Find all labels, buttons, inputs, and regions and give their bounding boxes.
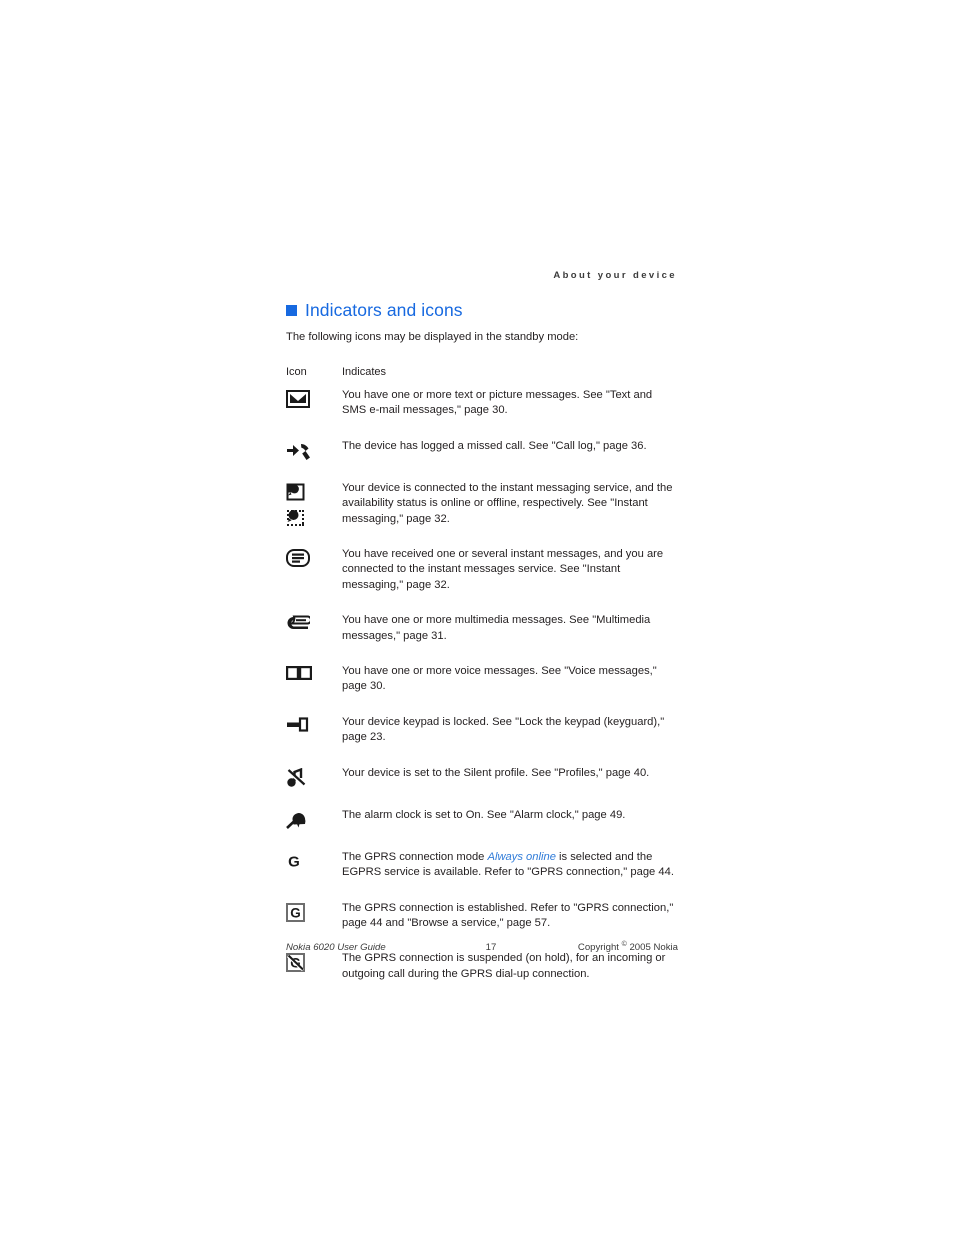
description-text: You have one or more multimedia messages…: [342, 614, 651, 642]
column-header-icon: Icon: [286, 366, 307, 378]
table-row: You have one or more multimedia messages…: [286, 613, 678, 664]
description-cell: Your device is connected to the instant …: [342, 481, 678, 547]
description-text: The alarm clock is set to On. See "Alarm…: [342, 808, 626, 821]
footer-copyright: Copyright © 2005 Nokia: [521, 941, 678, 953]
icon-cell: [286, 439, 342, 481]
table-row: Your device keypad is locked. See "Lock …: [286, 715, 678, 766]
silent-profile-icon: [286, 767, 306, 787]
icon-cell: [286, 715, 342, 766]
alarm-clock-bell-icon: [286, 812, 306, 829]
icon-cell: [286, 547, 342, 613]
footer-page-number: 17: [485, 942, 497, 954]
description-text: The GPRS connection is established. Refe…: [342, 901, 674, 929]
description-text: Your device is connected to the instant …: [342, 481, 673, 525]
icon-cell: G: [286, 951, 342, 982]
description-cell: The GPRS connection is suspended (on hol…: [342, 951, 678, 982]
im-presence-online-offline-icon: [286, 483, 342, 527]
description-cell: Your device keypad is locked. See "Lock …: [342, 715, 678, 766]
missed-call-icon: [287, 443, 310, 460]
indicators-table-body: You have one or more text or picture mes…: [286, 388, 678, 982]
svg-text:G: G: [288, 853, 300, 870]
document-page: About your device Indicators and icons T…: [0, 0, 954, 1235]
gprs-egprs-available-icon: G: [288, 853, 300, 870]
table-row: You have one or more voice messages. See…: [286, 664, 678, 715]
description-text: You have one or more text or picture mes…: [342, 389, 653, 417]
gprs-connection-suspended-icon: G: [286, 953, 305, 973]
page-title: Indicators and icons: [305, 300, 463, 320]
section-intro: The following icons may be displayed in …: [286, 331, 579, 343]
svg-text:G: G: [290, 905, 301, 920]
icon-cell: [286, 808, 342, 850]
page-content: About your device Indicators and icons T…: [286, 270, 678, 982]
section-heading: Indicators and icons: [286, 299, 678, 321]
icon-cell: [286, 481, 342, 547]
table-row: The alarm clock is set to On. See "Alarm…: [286, 808, 678, 850]
description-text: Your device keypad is locked. See "Lock …: [342, 715, 665, 744]
icon-cell: [286, 766, 342, 808]
indicators-table: Icon Indicates You have one or more text…: [286, 366, 678, 982]
description-cell: You have one or more text or picture mes…: [342, 388, 678, 439]
footer-guide-title: Nokia 6020 User Guide: [286, 942, 386, 954]
description-cell: The GPRS connection mode Always online i…: [342, 850, 678, 901]
description-text: Your device is set to the Silent profile…: [342, 766, 650, 779]
keypad-lock-key-icon: [287, 717, 309, 732]
emphasised-setting-name: Always online: [487, 850, 556, 863]
table-row: G The GPRS connection mode Always online…: [286, 850, 678, 901]
footer-copyright-suffix: 2005 Nokia: [626, 942, 678, 954]
page-footer: Nokia 6020 User Guide 17 Copyright © 200…: [286, 941, 678, 953]
table-row: You have one or more text or picture mes…: [286, 388, 678, 439]
icon-cell: [286, 664, 342, 715]
im-online-icon: [286, 483, 305, 501]
table-row: You have received one or several instant…: [286, 547, 678, 613]
column-header-indicates: Indicates: [342, 366, 387, 378]
description-cell: The device has logged a missed call. See…: [342, 439, 678, 481]
icon-cell: [286, 613, 342, 664]
multimedia-message-icon: [287, 615, 310, 630]
description-text: You have received one or several instant…: [342, 548, 664, 591]
gprs-connection-established-icon: G: [286, 902, 305, 922]
icon-cell: G: [286, 850, 342, 901]
table-row: Your device is connected to the instant …: [286, 481, 678, 547]
running-header: About your device: [553, 270, 677, 281]
heading-bullet-icon: [286, 304, 297, 316]
table-row: Your device is set to the Silent profile…: [286, 766, 678, 808]
table-row: G The GPRS connection is suspended (on h…: [286, 951, 678, 982]
footer-copyright-prefix: Copyright: [577, 942, 622, 954]
description-text: You have one or more voice messages. See…: [342, 665, 657, 693]
table-header-row: Icon Indicates: [286, 366, 678, 388]
icon-cell: [286, 388, 342, 439]
description-cell: Your device is set to the Silent profile…: [342, 766, 678, 808]
description-text: The GPRS connection mode: [342, 850, 488, 863]
envelope-icon: [286, 390, 310, 408]
description-cell: You have one or more multimedia messages…: [342, 613, 678, 664]
table-row: The device has logged a missed call. See…: [286, 439, 678, 481]
description-cell: You have one or more voice messages. See…: [342, 664, 678, 715]
voice-message-icon: [286, 666, 312, 681]
description-text: The device has logged a missed call. See…: [342, 439, 647, 452]
description-cell: You have received one or several instant…: [342, 547, 678, 613]
description-cell: The alarm clock is set to On. See "Alarm…: [342, 808, 678, 850]
description-text: The GPRS connection is suspended (on hol…: [342, 952, 666, 980]
im-offline-icon: [287, 509, 304, 526]
instant-message-received-icon: [286, 549, 310, 568]
